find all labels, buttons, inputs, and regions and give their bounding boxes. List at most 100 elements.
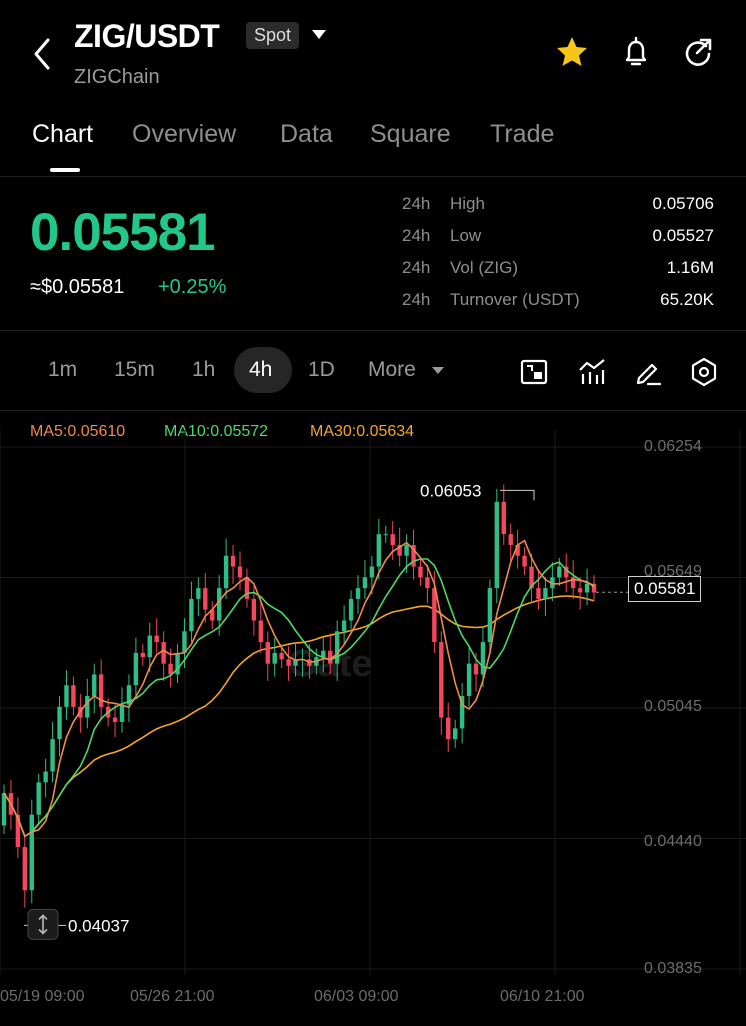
draw-icon — [636, 363, 662, 386]
back-button[interactable] — [30, 34, 60, 74]
candle-up — [1, 793, 7, 826]
x-tick-label: 05/26 21:00 — [130, 988, 215, 1005]
candle-up — [383, 534, 388, 536]
stat-label-turnover: Turnover (USDT) — [450, 290, 580, 309]
candle-up — [376, 534, 382, 567]
candle-up — [487, 588, 493, 643]
fullscreen-button[interactable] — [518, 356, 550, 388]
candle-down — [286, 659, 291, 666]
chevron-down-icon[interactable] — [312, 30, 326, 39]
alert-button[interactable] — [618, 34, 654, 70]
tab-data[interactable]: Data — [280, 120, 333, 149]
candle-up — [369, 566, 375, 578]
stat-label-vol: Vol (ZIG) — [450, 258, 519, 277]
candle-up — [584, 583, 590, 593]
interval-more[interactable]: More — [368, 358, 416, 382]
candle-down — [161, 642, 166, 664]
candle-up — [147, 635, 152, 658]
candle-down — [473, 663, 479, 675]
candle-down — [446, 717, 451, 740]
tab-overview[interactable]: Overview — [132, 120, 236, 149]
favorite-button[interactable] — [554, 34, 590, 70]
last-price-tag: 0.05581 — [628, 576, 702, 602]
candle-up — [196, 588, 201, 599]
candle-up — [341, 620, 347, 632]
candle-up — [133, 652, 139, 686]
candle-up — [466, 663, 472, 697]
candle-up — [85, 696, 90, 718]
settings-button[interactable] — [688, 356, 720, 388]
market-badge: Spot — [246, 22, 300, 49]
divider — [0, 330, 746, 331]
interval-4h[interactable]: 4h — [249, 358, 272, 382]
stat-period: 24h — [402, 290, 431, 309]
last-price: 0.05581 — [30, 203, 216, 262]
candle-down — [112, 717, 118, 722]
candle-down — [154, 635, 159, 643]
candle-up — [119, 704, 125, 722]
candlestick-chart[interactable]: Gate 0.060530.04037 — [0, 410, 746, 986]
x-tick-label: 06/10 21:00 — [500, 988, 585, 1005]
candle-up — [189, 598, 194, 632]
candle-down — [390, 534, 395, 545]
candle-down — [536, 588, 541, 599]
pair-title[interactable]: ZIG/USDT — [74, 18, 220, 55]
x-tick-label: 06/03 09:00 — [314, 988, 399, 1005]
candle-down — [98, 674, 104, 707]
candle-up — [355, 588, 361, 599]
candle-down — [432, 588, 437, 643]
candle-up — [92, 674, 97, 697]
stat-period: 24h — [402, 226, 431, 245]
settings-icon — [691, 357, 717, 387]
indicator-button[interactable] — [576, 356, 608, 388]
max-price-label: 0.06053 — [420, 481, 481, 500]
candle-up — [182, 631, 187, 653]
tab-square[interactable]: Square — [370, 120, 451, 149]
candle-up — [452, 728, 458, 740]
interval-15m[interactable]: 15m — [114, 358, 155, 382]
candle-up — [348, 598, 354, 621]
fullscreen-icon — [520, 359, 548, 385]
stat-period: 24h — [402, 258, 431, 277]
candle-down — [71, 685, 76, 707]
candle-down — [258, 620, 264, 643]
interval-1h[interactable]: 1h — [192, 358, 215, 382]
candle-down — [22, 847, 28, 891]
share-icon — [685, 38, 712, 66]
usd-price: ≈$0.05581 — [30, 276, 125, 298]
indicator-icon — [579, 359, 605, 384]
candles — [1, 484, 597, 908]
candle-down — [418, 566, 423, 578]
ma30-path — [3, 595, 595, 838]
tab-chart[interactable]: Chart — [32, 120, 93, 149]
candle-up — [480, 642, 486, 675]
y-tick-label: 0.03835 — [644, 960, 702, 977]
stat-period: 24h — [402, 194, 431, 213]
candle-up — [43, 771, 48, 783]
interval-1d[interactable]: 1D — [308, 358, 335, 382]
tab-trade[interactable]: Trade — [490, 120, 554, 149]
max-marker-line — [500, 489, 535, 501]
stat-value-turnover: 65.20K — [660, 290, 714, 309]
interval-1m[interactable]: 1m — [48, 358, 77, 382]
candle-up — [557, 566, 562, 578]
share-button[interactable] — [680, 34, 716, 70]
star-icon — [557, 37, 587, 66]
ma30-line — [3, 595, 595, 838]
stat-label-low: Low — [450, 226, 482, 245]
chain-label: ZIGChain — [74, 66, 160, 88]
x-tick-label: 05/19 09:00 — [0, 988, 85, 1005]
candle-up — [362, 577, 368, 589]
candle-down — [425, 577, 430, 589]
candle-up — [64, 685, 69, 707]
y-tick-label: 0.06254 — [644, 438, 702, 455]
back-icon — [34, 38, 50, 70]
bell-icon — [625, 36, 647, 66]
active-tab-indicator — [50, 168, 80, 172]
chevron-down-icon[interactable] — [432, 367, 444, 374]
min-price-label: 0.04037 — [68, 916, 129, 935]
draw-button[interactable] — [632, 356, 664, 388]
candle-down — [168, 663, 173, 675]
stat-value-high: 0.05706 — [652, 194, 714, 213]
candle-down — [230, 555, 236, 567]
